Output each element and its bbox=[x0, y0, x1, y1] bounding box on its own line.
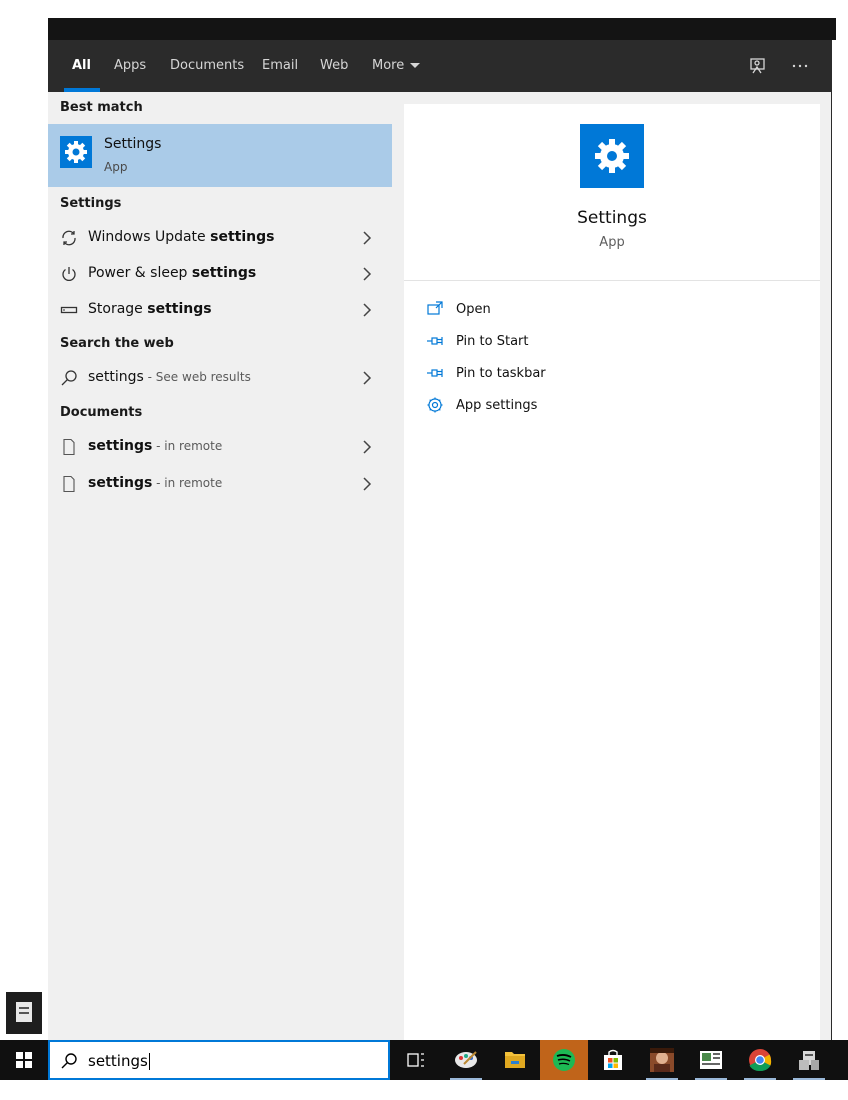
gear-icon bbox=[60, 136, 92, 168]
result-label: Power & sleep settings bbox=[88, 265, 257, 281]
action-pin-to-start[interactable]: Pin to Start bbox=[426, 330, 726, 354]
search-icon bbox=[60, 369, 78, 387]
results-list: Best match Settings App Settings Windows… bbox=[48, 92, 392, 1040]
tab-more[interactable]: More bbox=[372, 40, 421, 92]
best-match-title: Settings bbox=[104, 136, 162, 152]
tab-web[interactable]: Web bbox=[320, 40, 348, 92]
chevron-right-icon[interactable] bbox=[362, 371, 372, 385]
result-web-search[interactable]: settings - See web results bbox=[48, 360, 392, 396]
search-query-text: settings bbox=[88, 1052, 150, 1070]
tab-documents[interactable]: Documents bbox=[170, 40, 244, 92]
preview-subtitle: App bbox=[599, 235, 625, 250]
tab-apps[interactable]: Apps bbox=[114, 40, 146, 92]
tab-all[interactable]: All bbox=[72, 40, 91, 92]
preview-title: Settings bbox=[577, 208, 647, 228]
running-indicator bbox=[793, 1078, 825, 1080]
gear-icon bbox=[426, 396, 444, 414]
best-match-item[interactable]: Settings App bbox=[48, 124, 392, 187]
running-indicator bbox=[450, 1078, 482, 1080]
background-window-strip bbox=[48, 18, 836, 40]
search-icon bbox=[60, 1052, 78, 1075]
storage-icon bbox=[60, 301, 78, 319]
chevron-right-icon[interactable] bbox=[362, 440, 372, 454]
chevron-right-icon[interactable] bbox=[362, 231, 372, 245]
action-label: App settings bbox=[456, 398, 538, 413]
action-label: Open bbox=[456, 302, 491, 317]
result-label: settings - in remote bbox=[88, 438, 223, 454]
result-power-sleep-settings[interactable]: Power & sleep settings bbox=[48, 256, 392, 292]
filter-tab-bar: All Apps Documents Email Web More bbox=[48, 40, 832, 92]
start-search-panel: All Apps Documents Email Web More Best m… bbox=[48, 40, 832, 1040]
chevron-down-icon bbox=[410, 63, 421, 68]
section-header-search-web: Search the web bbox=[60, 336, 174, 351]
sync-icon bbox=[60, 229, 78, 247]
result-storage-settings[interactable]: Storage settings bbox=[48, 292, 392, 328]
action-app-settings[interactable]: App settings bbox=[426, 394, 726, 418]
section-header-settings: Settings bbox=[60, 196, 122, 211]
section-header-best-match: Best match bbox=[60, 100, 143, 115]
best-match-subtitle: App bbox=[104, 160, 128, 174]
power-icon bbox=[60, 265, 78, 283]
paint-app-icon[interactable] bbox=[442, 1040, 490, 1080]
gear-icon bbox=[580, 124, 644, 188]
desktop-file-thumbnail[interactable] bbox=[6, 992, 42, 1034]
chevron-right-icon[interactable] bbox=[362, 267, 372, 281]
action-label: Pin to taskbar bbox=[456, 366, 546, 381]
spotify-icon[interactable] bbox=[540, 1040, 588, 1080]
store-icon[interactable] bbox=[589, 1040, 637, 1080]
chevron-right-icon[interactable] bbox=[362, 477, 372, 491]
chrome-icon[interactable] bbox=[736, 1040, 784, 1080]
result-label: settings - in remote bbox=[88, 475, 223, 491]
result-document[interactable]: settings - in remote bbox=[48, 429, 392, 465]
pin-icon bbox=[426, 364, 444, 382]
result-document[interactable]: settings - in remote bbox=[48, 466, 392, 502]
running-indicator bbox=[646, 1078, 678, 1080]
pin-icon bbox=[426, 332, 444, 350]
result-label: settings - See web results bbox=[88, 369, 251, 385]
action-pin-to-taskbar[interactable]: Pin to taskbar bbox=[426, 362, 726, 386]
result-label: Storage settings bbox=[88, 301, 212, 317]
tab-email[interactable]: Email bbox=[262, 40, 298, 92]
taskbar: settings bbox=[0, 1040, 848, 1080]
running-indicator bbox=[695, 1078, 727, 1080]
game-app-icon[interactable] bbox=[638, 1040, 686, 1080]
feedback-icon[interactable] bbox=[748, 56, 768, 76]
search-input[interactable]: settings bbox=[48, 1040, 390, 1080]
open-window-icon bbox=[426, 300, 444, 318]
preview-panel: Settings App Open Pin to Start Pin to ta… bbox=[404, 104, 820, 1040]
section-header-documents: Documents bbox=[60, 405, 143, 420]
text-cursor bbox=[148, 1053, 150, 1070]
document-icon bbox=[60, 475, 78, 493]
news-app-icon[interactable] bbox=[687, 1040, 735, 1080]
result-label: Windows Update settings bbox=[88, 229, 275, 245]
running-indicator bbox=[744, 1078, 776, 1080]
result-windows-update-settings[interactable]: Windows Update settings bbox=[48, 220, 392, 256]
action-label: Pin to Start bbox=[456, 334, 529, 349]
windows-start-icon[interactable] bbox=[0, 1040, 48, 1080]
task-view-icon[interactable] bbox=[392, 1040, 440, 1080]
chevron-right-icon[interactable] bbox=[362, 303, 372, 317]
document-icon bbox=[60, 438, 78, 456]
more-options-icon[interactable] bbox=[790, 56, 810, 76]
file-explorer-icon[interactable] bbox=[491, 1040, 539, 1080]
action-open[interactable]: Open bbox=[426, 298, 726, 322]
network-app-icon[interactable] bbox=[785, 1040, 833, 1080]
divider bbox=[404, 280, 820, 281]
